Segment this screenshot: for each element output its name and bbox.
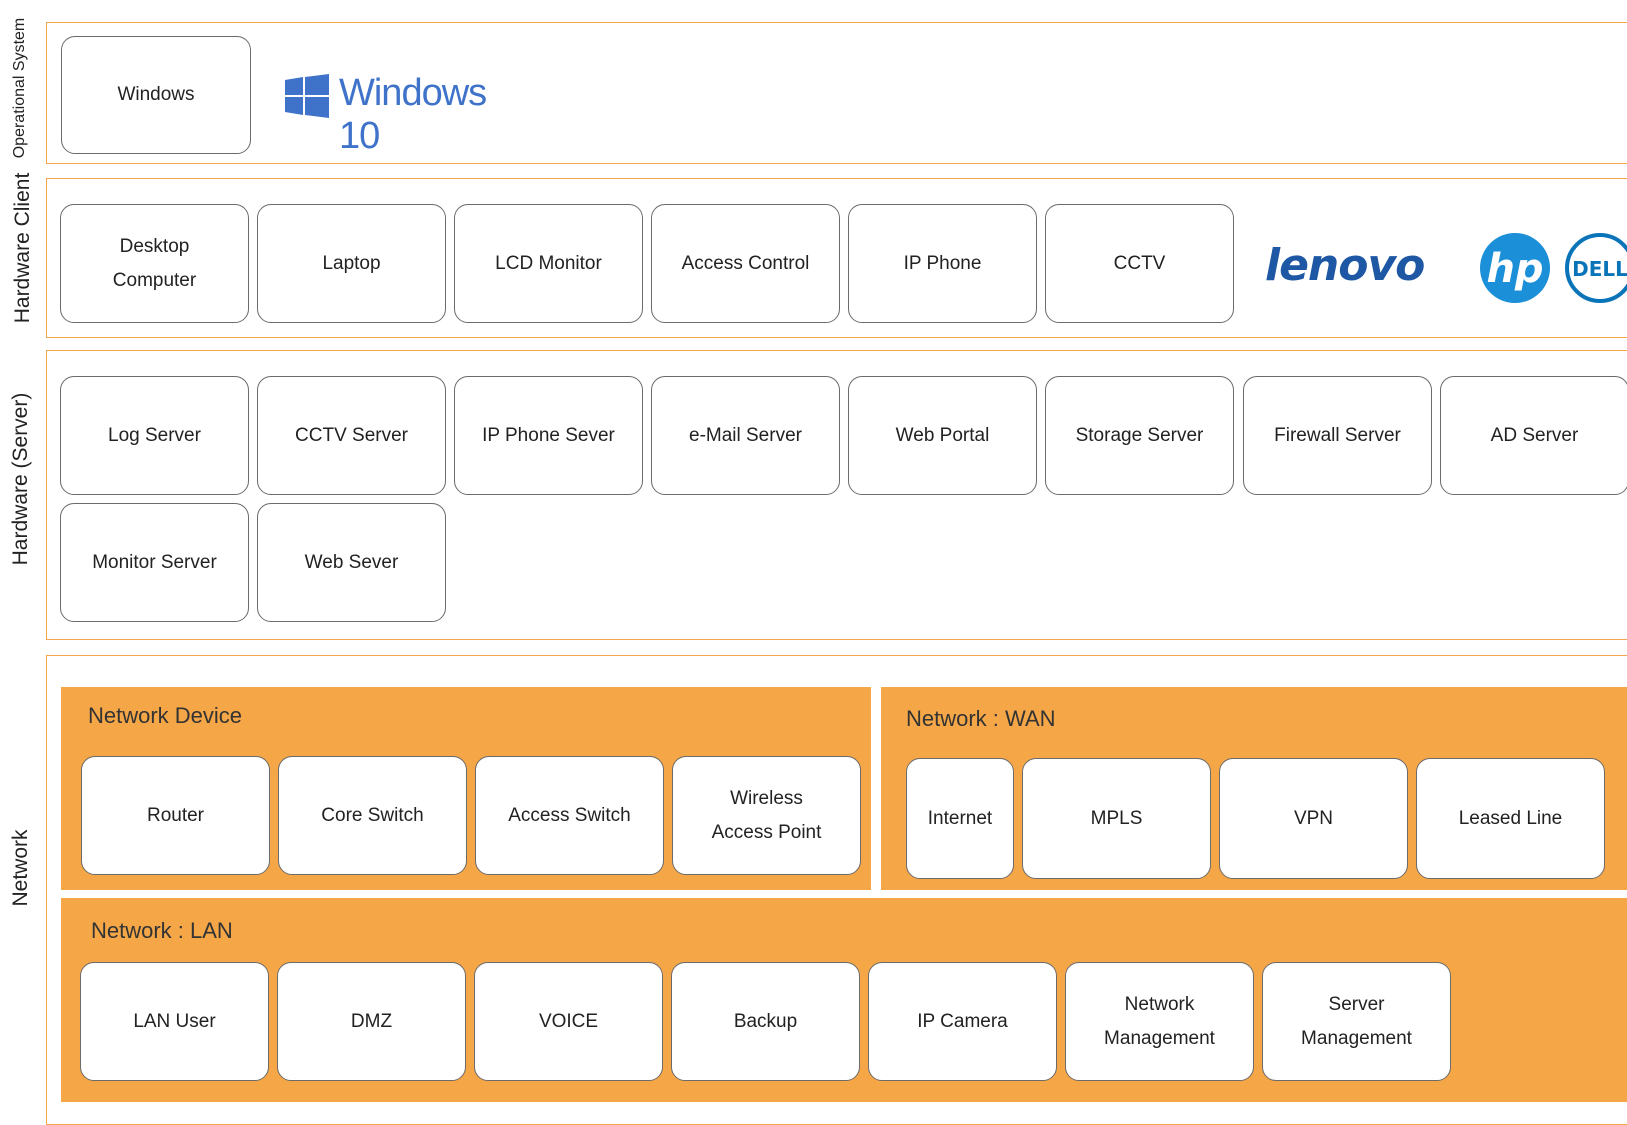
network-lan-box-label: DMZ xyxy=(350,1010,393,1032)
windows-10-logo: Windows 10 xyxy=(285,72,525,157)
hp-logo: hp xyxy=(1479,232,1551,304)
network-lan-box-label: Server Management xyxy=(1301,993,1412,1049)
network-device-box: Router xyxy=(81,756,270,875)
server-box-label: CCTV Server xyxy=(295,424,408,446)
windows-10-logo-text: Windows 10 xyxy=(339,72,487,157)
server-box: Firewall Server xyxy=(1243,376,1432,495)
client-box: IP Phone xyxy=(848,204,1037,323)
server-box-label: Monitor Server xyxy=(92,551,217,573)
network-device-box: Wireless Access Point xyxy=(672,756,861,875)
network-device-title: Network Device xyxy=(88,703,243,728)
client-box: Desktop Computer xyxy=(60,204,249,323)
server-box: Storage Server xyxy=(1045,376,1234,495)
server-box-label: Web Portal xyxy=(895,424,990,446)
client-box: Laptop xyxy=(257,204,446,323)
client-box-label: CCTV xyxy=(1113,252,1166,274)
network-wan-box: Leased Line xyxy=(1416,758,1605,879)
network-wan-box-label: Leased Line xyxy=(1458,807,1563,829)
network-lan-box: DMZ xyxy=(277,962,466,1081)
dell-logo: DELL xyxy=(1562,232,1627,304)
server-box: IP Phone Sever xyxy=(454,376,643,495)
network-lan-box: Server Management xyxy=(1262,962,1451,1081)
network-lan-box-label: LAN User xyxy=(133,1010,216,1032)
server-box: e-Mail Server xyxy=(651,376,840,495)
network-wan-box: MPLS xyxy=(1022,758,1211,879)
network-lan-box-label: Network Management xyxy=(1104,993,1215,1049)
server-box: Web Sever xyxy=(257,503,446,622)
network-wan-box-label: VPN xyxy=(1293,807,1334,829)
network-wan-box: VPN xyxy=(1219,758,1408,879)
network-lan-title: Network : LAN xyxy=(91,918,233,943)
hp-logo-text: hp xyxy=(1486,246,1543,292)
network-wan-box-label: MPLS xyxy=(1090,807,1143,829)
network-lan-box: Backup xyxy=(671,962,860,1081)
network-device-box-label: Core Switch xyxy=(321,804,424,826)
network-lan-box: VOICE xyxy=(474,962,663,1081)
lenovo-logo: lenovo xyxy=(1265,240,1475,296)
lenovo-logo-text: lenovo xyxy=(1265,240,1425,291)
server-box-label: AD Server xyxy=(1490,424,1579,446)
network-wan-box: Internet xyxy=(906,758,1014,879)
dell-logo-text: DELL xyxy=(1572,257,1627,281)
server-box: Log Server xyxy=(60,376,249,495)
network-wan-title: Network : WAN xyxy=(906,706,1056,731)
network-lan-box: Network Management xyxy=(1065,962,1254,1081)
client-box-label: Laptop xyxy=(322,252,381,274)
dell-logo-icon: DELL xyxy=(1565,233,1627,303)
client-box-label: LCD Monitor xyxy=(495,252,602,274)
client-box: Access Control xyxy=(651,204,840,323)
client-box-label: Desktop Computer xyxy=(112,235,197,291)
network-lan-box: LAN User xyxy=(80,962,269,1081)
network-lan-box-label: IP Camera xyxy=(917,1010,1008,1032)
server-box: Web Portal xyxy=(848,376,1037,495)
side-label-operational-system: Operational System xyxy=(11,17,28,159)
server-box-label: Log Server xyxy=(108,424,201,446)
server-box-label: Firewall Server xyxy=(1274,424,1401,446)
client-box: CCTV xyxy=(1045,204,1234,323)
client-box-label: Access Control xyxy=(681,252,810,274)
server-box-label: Storage Server xyxy=(1075,424,1204,446)
server-box-label: IP Phone Sever xyxy=(482,424,615,446)
side-label-network: Network xyxy=(9,829,32,907)
server-box: CCTV Server xyxy=(257,376,446,495)
network-lan-box-label: VOICE xyxy=(538,1010,599,1032)
client-box-label: IP Phone xyxy=(903,252,982,274)
network-lan-box-label: Backup xyxy=(733,1010,798,1032)
network-device-box-label: Router xyxy=(146,804,205,826)
network-device-box: Core Switch xyxy=(278,756,467,875)
server-box: Monitor Server xyxy=(60,503,249,622)
network-device-box-label: Access Switch xyxy=(508,804,631,826)
side-label-hardware-client: Hardware Client xyxy=(11,172,34,324)
server-box-label: e-Mail Server xyxy=(689,424,802,446)
network-device-box: Access Switch xyxy=(475,756,664,875)
server-box: AD Server xyxy=(1440,376,1627,495)
server-box-label: Web Sever xyxy=(304,551,399,573)
side-label-hardware-server: Hardware (Server) xyxy=(9,392,32,566)
network-lan-box: IP Camera xyxy=(868,962,1057,1081)
client-box: LCD Monitor xyxy=(454,204,643,323)
hp-logo-icon: hp xyxy=(1480,233,1550,303)
windows-logo-icon xyxy=(285,74,329,118)
os-section xyxy=(46,22,1627,164)
network-device-box-label: Wireless Access Point xyxy=(711,787,822,843)
network-wan-box-label: Internet xyxy=(927,807,993,829)
os-windows-box: Windows xyxy=(61,36,251,154)
